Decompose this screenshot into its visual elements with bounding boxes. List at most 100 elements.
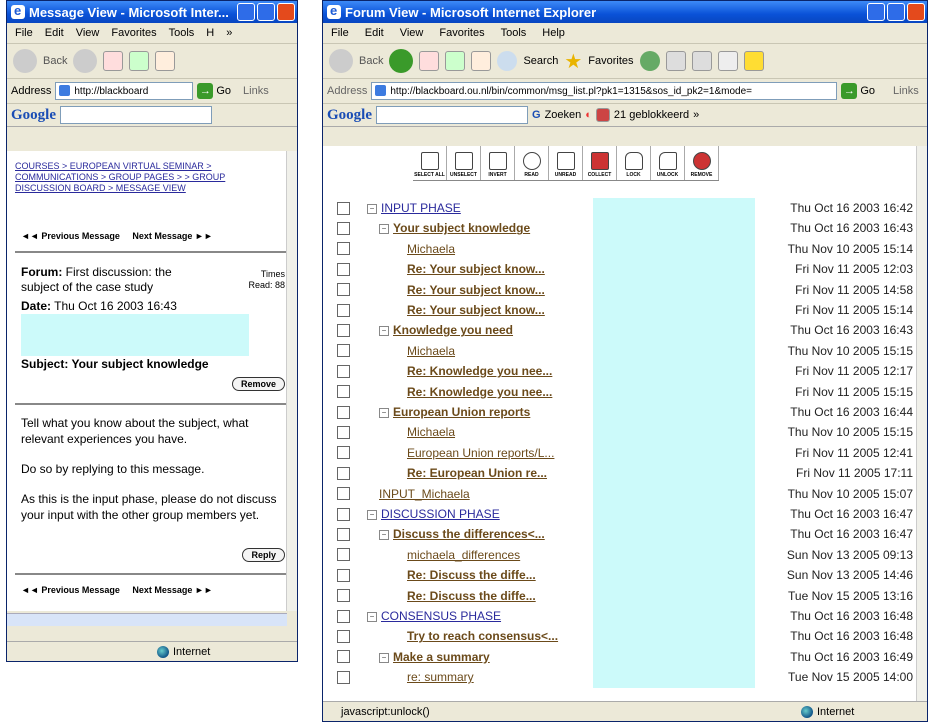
row-checkbox[interactable]	[337, 548, 350, 562]
row-checkbox[interactable]	[337, 527, 350, 541]
row-checkbox[interactable]	[337, 589, 350, 603]
back-icon[interactable]	[13, 49, 37, 73]
breadcrumb[interactable]: COURSES > EUROPEAN VIRTUAL SEMINAR > COM…	[15, 161, 283, 194]
close-button[interactable]	[907, 3, 925, 21]
menu-file[interactable]: File	[331, 27, 349, 39]
message-title-link[interactable]: European Union reports/L...	[407, 446, 554, 460]
menu-favorites[interactable]: Favorites	[111, 27, 156, 39]
row-checkbox[interactable]	[337, 221, 350, 235]
forward-icon[interactable]	[389, 49, 414, 73]
edit-icon[interactable]	[717, 51, 738, 71]
row-checkbox[interactable]	[337, 344, 350, 358]
menu-help[interactable]: Help	[542, 27, 565, 39]
message-title-link[interactable]: Try to reach consensus<...	[407, 629, 558, 643]
row-checkbox[interactable]	[337, 629, 350, 643]
row-checkbox[interactable]	[337, 283, 350, 297]
refresh-icon[interactable]	[445, 51, 466, 71]
lock-button[interactable]: LOCK	[617, 146, 651, 180]
message-title-link[interactable]: Re: Discuss the diffe...	[407, 589, 536, 603]
back-label[interactable]: Back	[359, 55, 383, 67]
google-g-icon[interactable]: G	[532, 109, 541, 121]
forward-icon[interactable]	[73, 49, 98, 73]
message-title-link[interactable]: Knowledge you need	[393, 323, 513, 337]
row-checkbox[interactable]	[337, 507, 350, 521]
close-button[interactable]	[277, 3, 295, 21]
unlock-button[interactable]: UNLOCK	[651, 146, 685, 180]
menu-view[interactable]: View	[76, 27, 100, 39]
select-all-button[interactable]: SELECT ALL	[413, 146, 447, 180]
row-checkbox[interactable]	[337, 650, 350, 664]
mail-icon[interactable]	[665, 51, 686, 71]
unselect-button[interactable]: UNSELECT	[447, 146, 481, 180]
row-checkbox[interactable]	[337, 670, 350, 684]
blocked-count[interactable]: 21 geblokkeerd	[614, 109, 689, 121]
google-logo[interactable]: Google	[11, 107, 56, 124]
menu-edit[interactable]: Edit	[45, 27, 64, 39]
zoeken-button[interactable]: Zoeken	[545, 109, 582, 121]
message-title-link[interactable]: Re: Your subject know...	[407, 262, 545, 276]
message-title-link[interactable]: re: summary	[407, 670, 474, 684]
links-label[interactable]: Links	[243, 85, 269, 97]
row-checkbox[interactable]	[337, 405, 350, 419]
message-title-link[interactable]: CONSENSUS PHASE	[381, 609, 501, 623]
back-label[interactable]: Back	[43, 55, 67, 67]
reply-button[interactable]: Reply	[242, 548, 285, 562]
previous-message-link[interactable]: ◄◄ Previous Message	[21, 231, 120, 241]
remove-button[interactable]: Remove	[231, 377, 285, 391]
menu-favorites[interactable]: Favorites	[439, 27, 484, 39]
print-icon[interactable]	[691, 51, 712, 71]
next-message-link[interactable]: Next Message ►►	[132, 231, 212, 241]
messenger-icon[interactable]	[743, 51, 764, 71]
row-checkbox[interactable]	[337, 487, 350, 501]
collapse-toggle-icon[interactable]: −	[379, 530, 389, 541]
remove-button[interactable]: REMOVE	[685, 146, 719, 180]
go-button[interactable]: → Go	[197, 83, 231, 99]
google-logo[interactable]: Google	[327, 107, 372, 124]
address-input[interactable]: http://blackboard.ou.nl/bin/common/msg_l…	[371, 82, 838, 100]
row-checkbox[interactable]	[337, 303, 350, 317]
maximize-button[interactable]	[257, 3, 275, 21]
row-checkbox[interactable]	[337, 201, 350, 215]
message-title-link[interactable]: Make a summary	[393, 650, 490, 664]
message-title-link[interactable]: Re: Knowledge you nee...	[407, 364, 552, 378]
menu-tools[interactable]: Tools	[169, 27, 195, 39]
message-title-link[interactable]: michaela_differences	[407, 548, 520, 562]
history-icon[interactable]	[639, 51, 660, 71]
read-button[interactable]: READ	[515, 146, 549, 180]
vertical-scrollbar[interactable]	[916, 146, 927, 701]
popup-blocker-icon[interactable]	[595, 108, 610, 122]
search-label[interactable]: Search	[523, 55, 558, 67]
message-title-link[interactable]: Michaela	[407, 242, 455, 256]
menu-tools[interactable]: Tools	[501, 27, 527, 39]
collapse-toggle-icon[interactable]: −	[379, 224, 389, 235]
menu-help[interactable]: H	[206, 27, 214, 39]
toolbar-more[interactable]: »	[693, 109, 699, 121]
horizontal-scrollbar[interactable]	[7, 613, 287, 626]
row-checkbox[interactable]	[337, 609, 350, 623]
refresh-icon[interactable]	[129, 51, 150, 71]
row-checkbox[interactable]	[337, 262, 350, 276]
message-title-link[interactable]: Re: European Union re...	[407, 466, 547, 480]
message-title-link[interactable]: Re: Your subject know...	[407, 303, 545, 317]
collapse-toggle-icon[interactable]: −	[367, 612, 377, 622]
minimize-button[interactable]	[237, 3, 255, 21]
links-label[interactable]: Links	[893, 85, 919, 97]
next-message-link[interactable]: Next Message ►►	[132, 585, 212, 595]
collapse-toggle-icon[interactable]: −	[367, 204, 377, 214]
back-icon[interactable]	[329, 49, 353, 73]
google-search-field[interactable]	[376, 106, 528, 124]
home-icon[interactable]	[155, 51, 176, 71]
menu-edit[interactable]: Edit	[365, 27, 384, 39]
row-checkbox[interactable]	[337, 568, 350, 582]
message-title-link[interactable]: INPUT_Michaela	[379, 487, 470, 501]
message-title-link[interactable]: Re: Knowledge you nee...	[407, 385, 552, 399]
message-title-link[interactable]: INPUT PHASE	[381, 201, 461, 215]
message-title-link[interactable]: DISCUSSION PHASE	[381, 507, 500, 521]
home-icon[interactable]	[471, 51, 492, 71]
message-title-link[interactable]: European Union reports	[393, 405, 530, 419]
minimize-button[interactable]	[867, 3, 885, 21]
collapse-toggle-icon[interactable]: −	[367, 510, 377, 520]
message-title-link[interactable]: Re: Your subject know...	[407, 283, 545, 297]
menu-view[interactable]: View	[400, 27, 424, 39]
maximize-button[interactable]	[887, 3, 905, 21]
